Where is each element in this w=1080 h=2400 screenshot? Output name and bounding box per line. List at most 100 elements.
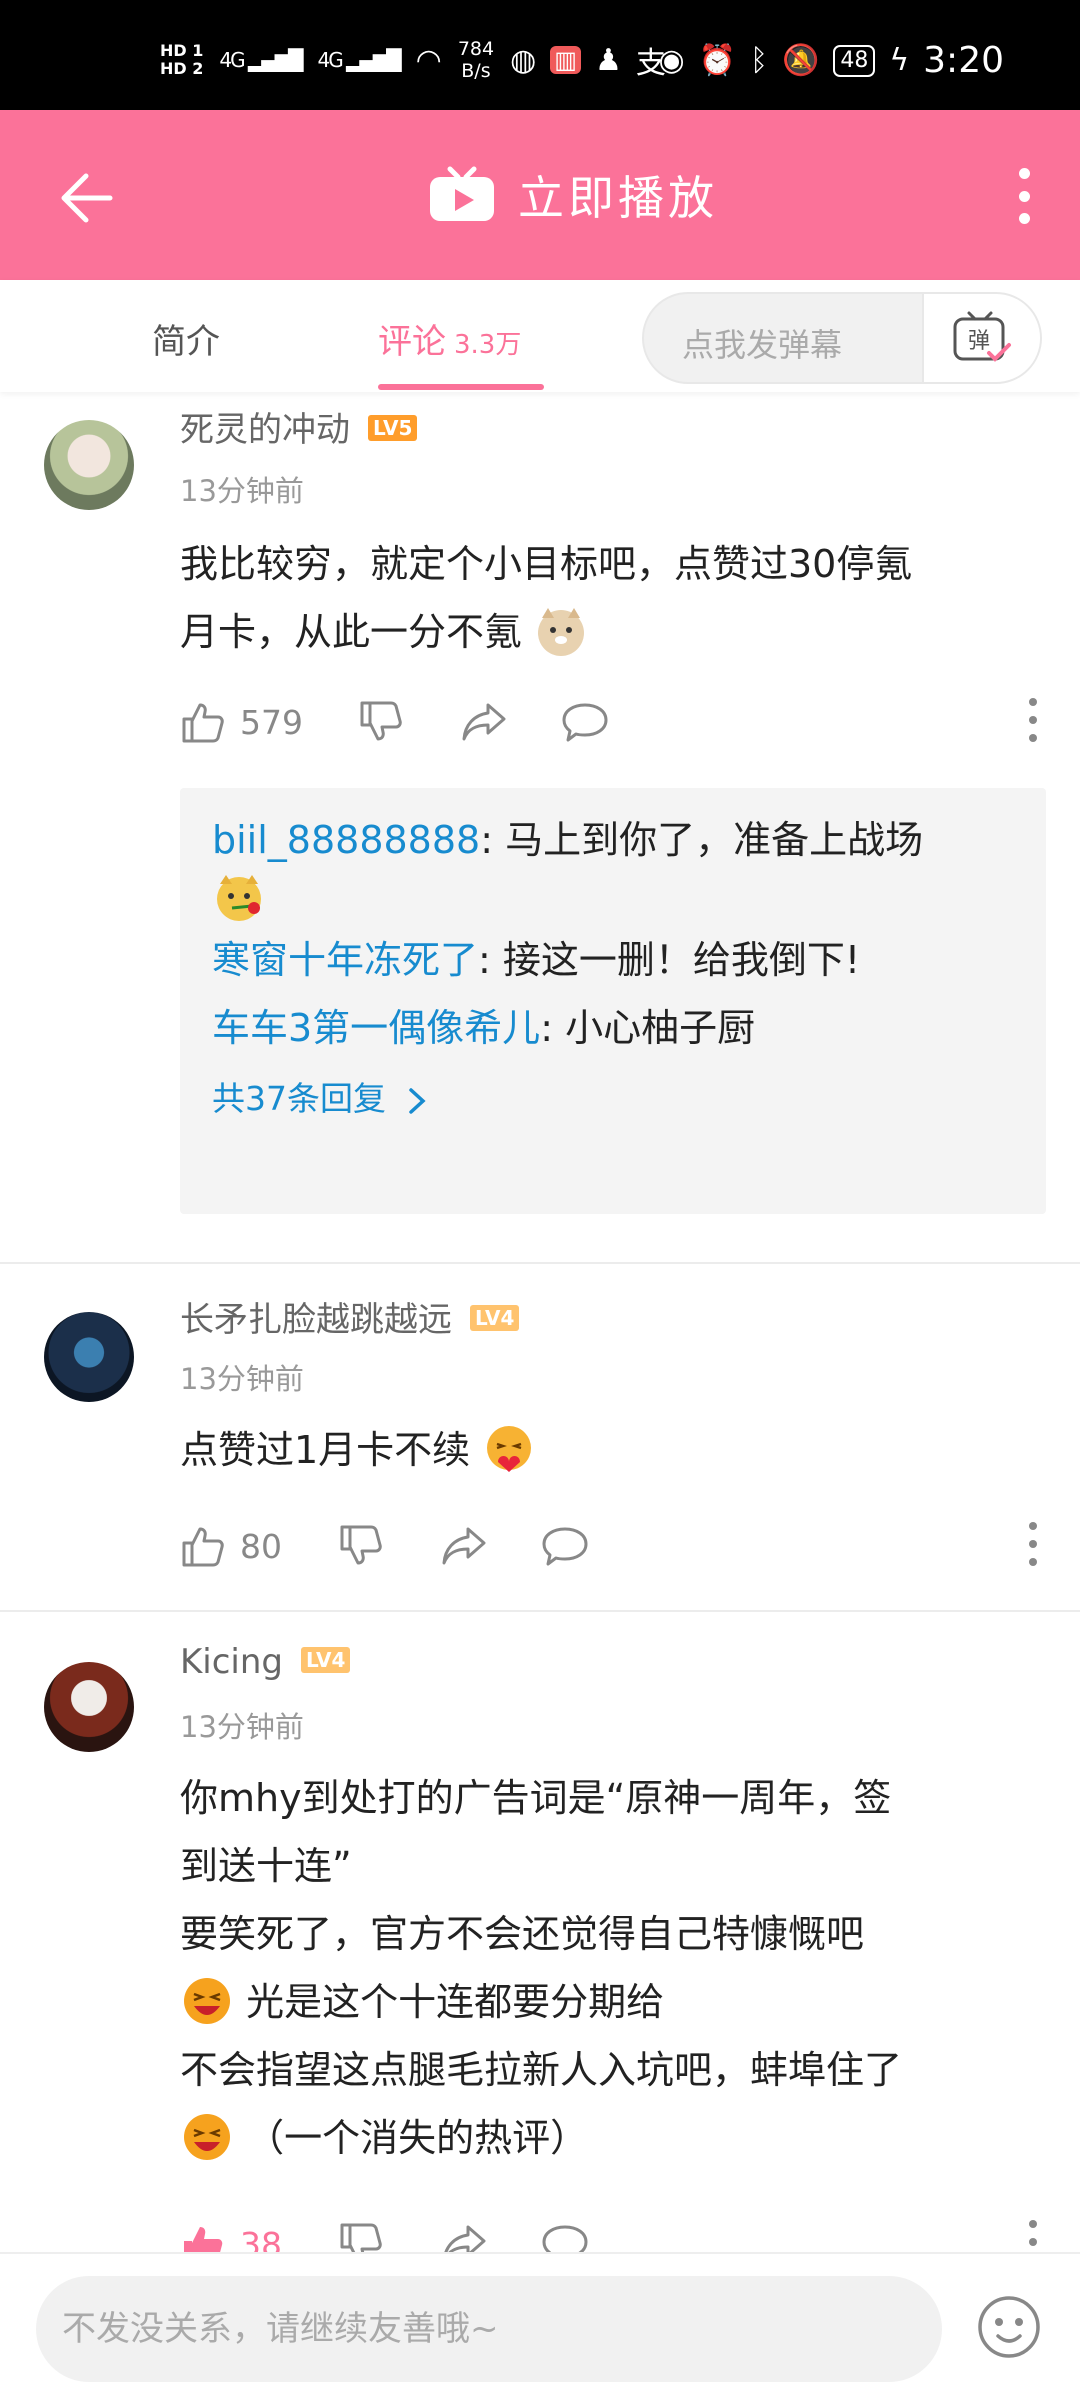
reply-username[interactable]: 寒窗十年冻死了 bbox=[212, 938, 478, 982]
level-badge: LV5 bbox=[368, 414, 418, 441]
tab-comments[interactable]: 评论 3.3万 bbox=[378, 314, 521, 363]
status-bar: HD 1 HD 2 4G ▂▄▆█ 4G ▂▄▆█ ◠ 784 B/s ◍ ▥ … bbox=[0, 0, 1080, 110]
share-button[interactable] bbox=[440, 1516, 488, 1576]
reply-username[interactable]: biil_88888888 bbox=[212, 818, 480, 862]
comment-text-line: 点赞过1月卡不续 bbox=[180, 1428, 471, 1472]
avatar[interactable] bbox=[44, 420, 134, 510]
reply-username[interactable]: 车车3第一偶像希儿 bbox=[212, 1006, 540, 1050]
comment-bubble-icon bbox=[542, 2225, 588, 2252]
username-text: Kicing bbox=[180, 1642, 284, 1682]
emoji-picker-icon[interactable] bbox=[976, 2294, 1042, 2360]
share-button[interactable] bbox=[440, 2214, 488, 2252]
comment-text-line: 我比较穷，就定个小目标吧，点赞过30停氪 bbox=[180, 542, 913, 586]
wifi-icon: ◠ bbox=[415, 42, 442, 78]
doge-rose-emoji-icon bbox=[217, 874, 261, 921]
doge-emoji-icon bbox=[538, 607, 585, 656]
level-badge: LV4 bbox=[301, 1646, 351, 1673]
danmu-icon-glyph: 弹 bbox=[968, 329, 990, 354]
comment-text: 点赞过1月卡不续 bbox=[180, 1416, 1050, 1484]
thumb-down-icon bbox=[340, 2223, 382, 2252]
comment-text-line: 到送十连” bbox=[180, 1844, 352, 1888]
laugh-emoji-icon bbox=[184, 2113, 230, 2160]
tv-icon bbox=[430, 166, 494, 221]
danmu-toggle-button[interactable]: 弹 bbox=[922, 294, 1040, 382]
page-title: 立即播放 bbox=[518, 171, 718, 225]
bluetooth-icon: ᛒ bbox=[750, 43, 768, 78]
app-icon-1: ◍ bbox=[510, 42, 537, 78]
thumb-up-icon bbox=[182, 703, 224, 743]
view-all-replies-link[interactable]: 共37条回复 bbox=[180, 1072, 1046, 1120]
comment-username[interactable]: 长矛扎脸越跳越远 LV4 bbox=[180, 1292, 520, 1341]
share-icon bbox=[462, 703, 506, 741]
tab-comments-count: 3.3万 bbox=[454, 330, 522, 360]
like-button[interactable]: 579 bbox=[180, 692, 303, 752]
dislike-button[interactable] bbox=[358, 692, 404, 752]
thumb-down-icon bbox=[360, 701, 402, 741]
comment-text-line: （一个消失的热评） bbox=[246, 2116, 589, 2160]
reply-text: : 接这一删！给我倒下! bbox=[478, 938, 861, 982]
comment-more-icon[interactable] bbox=[1026, 1522, 1040, 1566]
play-now-button[interactable]: 立即播放 bbox=[428, 162, 718, 228]
comment-actions: 38 bbox=[180, 2214, 1040, 2252]
reply-preview-box[interactable]: biil_88888888: 马上到你了，准备上战场 寒窗十年冻死了: 接这一删… bbox=[180, 788, 1046, 1214]
share-button[interactable] bbox=[460, 692, 508, 752]
tab-active-indicator bbox=[378, 384, 544, 390]
qq-icon: ♟ bbox=[594, 42, 622, 78]
comment-time: 13分钟前 bbox=[180, 474, 304, 508]
comment-more-icon[interactable] bbox=[1026, 698, 1040, 742]
more-menu-icon[interactable] bbox=[1014, 168, 1034, 224]
comment-more-icon[interactable] bbox=[1026, 2220, 1040, 2252]
avatar[interactable] bbox=[44, 1312, 134, 1402]
back-arrow-icon[interactable] bbox=[56, 168, 116, 228]
signal-2: 4G ▂▄▆█ bbox=[317, 48, 402, 72]
comment-actions: 579 bbox=[180, 692, 1040, 752]
dislike-button[interactable] bbox=[338, 1516, 384, 1576]
comment-bubble-icon bbox=[542, 1527, 588, 1566]
tab-intro[interactable]: 简介 bbox=[152, 314, 220, 363]
battery-icon: 48 bbox=[833, 44, 876, 77]
level-badge: LV4 bbox=[470, 1304, 520, 1331]
reply-text: : 马上到你了，准备上战场 bbox=[480, 818, 924, 862]
comment-bubble-icon bbox=[562, 703, 608, 742]
net-speed-unit: B/s bbox=[461, 60, 491, 82]
top-app-bar: 立即播放 bbox=[0, 110, 1080, 280]
danmu-icon: 弹 bbox=[953, 311, 1011, 362]
comment-input[interactable]: 不发没关系，请继续友善哦~ bbox=[36, 2276, 942, 2382]
avatar[interactable] bbox=[44, 1662, 134, 1752]
danmu-input[interactable]: 点我发弹幕 弹 bbox=[642, 292, 1042, 384]
hd-indicator: HD 1 HD 2 bbox=[160, 42, 203, 78]
username-text: 死灵的冲动 bbox=[180, 410, 350, 450]
comment-text-line: 你mhy到处打的广告词是“原神一周年，签 bbox=[180, 1776, 892, 1820]
comment-username[interactable]: Kicing LV4 bbox=[180, 1642, 351, 1682]
comment-text-line: 月卡，从此一分不氪 bbox=[180, 610, 523, 654]
dislike-button[interactable] bbox=[338, 2214, 384, 2252]
comment-time: 13分钟前 bbox=[180, 1362, 304, 1396]
like-button[interactable]: 80 bbox=[180, 1516, 282, 1576]
like-count: 80 bbox=[240, 1526, 282, 1566]
tab-bar: 简介 评论 3.3万 点我发弹幕 弹 bbox=[0, 280, 1080, 392]
comment-text: 我比较穷，就定个小目标吧，点赞过30停氪 月卡，从此一分不氪 bbox=[180, 530, 1050, 666]
share-icon bbox=[442, 1527, 486, 1565]
comment-username[interactable]: 死灵的冲动 LV5 bbox=[180, 402, 418, 451]
tab-comments-label: 评论 bbox=[378, 322, 446, 362]
reply-button[interactable] bbox=[540, 1516, 590, 1576]
comment-list[interactable]: 死灵的冲动 LV5 13分钟前 我比较穷，就定个小目标吧，点赞过30停氪 月卡，从… bbox=[0, 392, 1080, 2252]
reply-item[interactable]: 寒窗十年冻死了: 接这一删！给我倒下! bbox=[180, 930, 1046, 990]
like-button[interactable]: 38 bbox=[180, 2214, 282, 2252]
reply-item[interactable]: 车车3第一偶像希儿: 小心柚子厨 bbox=[180, 998, 1046, 1058]
comment-text-line: 光是这个十连都要分期给 bbox=[246, 1980, 665, 2024]
hug-emoji-icon bbox=[487, 1425, 532, 1472]
reply-button[interactable] bbox=[560, 692, 610, 752]
clock: 3:20 bbox=[923, 40, 1004, 81]
username-text: 长矛扎脸越跳越远 bbox=[180, 1300, 452, 1340]
reply-item[interactable]: biil_88888888: 马上到你了，准备上战场 bbox=[180, 810, 1046, 930]
like-count: 38 bbox=[240, 2224, 282, 2253]
eye-icon: ◉ bbox=[658, 43, 685, 78]
hd2-label: HD 2 bbox=[160, 59, 204, 78]
comment-time: 13分钟前 bbox=[180, 1710, 304, 1744]
like-count: 579 bbox=[240, 702, 303, 742]
reply-button[interactable] bbox=[540, 2214, 590, 2252]
share-icon bbox=[444, 2225, 486, 2252]
divider bbox=[0, 1262, 1080, 1264]
net1-label: 4G bbox=[219, 48, 245, 72]
